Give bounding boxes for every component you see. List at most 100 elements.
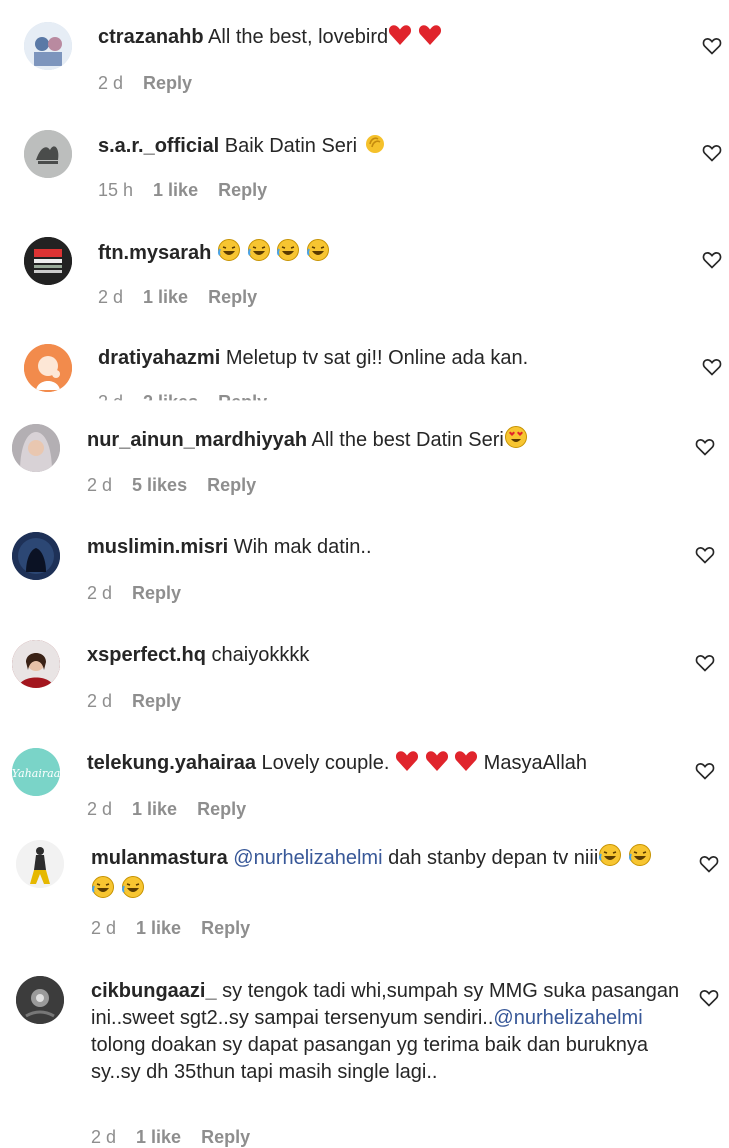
comment-meta: 2 d Reply [87, 583, 201, 604]
reply-button[interactable]: Reply [218, 180, 267, 200]
comment-time: 2 d [98, 73, 124, 93]
comment-meta: 2 d 1 like Reply [87, 799, 266, 820]
comment-body: Baik Datin Seri [224, 135, 358, 157]
comment-username[interactable]: dratiyahazmi [98, 347, 220, 369]
comment-time: 15 h [98, 180, 134, 200]
comment-body: Meletup tv sat gi!! Online ada kan. [225, 347, 529, 369]
comment-meta: 15 h 1 like Reply [98, 180, 287, 201]
mention-link[interactable]: @nurhelizahelmi [233, 847, 382, 869]
comment-time: 2 d [87, 799, 113, 819]
comment-meta: 2 d 1 like Reply [91, 918, 270, 939]
like-heart-icon[interactable] [702, 357, 722, 377]
like-heart-icon[interactable] [699, 988, 719, 1008]
comment-meta: 2 d 5 likes Reply [87, 475, 276, 496]
svg-text:Yahairaa: Yahairaa [12, 767, 60, 780]
heart-emoji-icon [425, 750, 449, 780]
clapping-hands-emoji-icon [363, 131, 387, 163]
comment-body: chaiyokkkk [211, 644, 310, 666]
comment-time: 2 d [98, 392, 124, 412]
comment-time: 2 d [87, 583, 113, 603]
avatar[interactable] [12, 532, 60, 580]
likes-count[interactable]: 5 likes [132, 475, 187, 495]
comment-username[interactable]: ftn.mysarah [98, 242, 211, 264]
heart-emoji-icon [418, 24, 442, 54]
mention-link[interactable]: @nurhelizahelmi [493, 1007, 642, 1029]
comment-body: Wih mak datin.. [233, 536, 372, 558]
comment-text: s.a.r._official Baik Datin Seri [98, 131, 387, 163]
avatar[interactable]: Yahairaa [12, 748, 60, 796]
avatar[interactable] [16, 976, 64, 1024]
like-heart-icon[interactable] [695, 761, 715, 781]
likes-count[interactable]: 1 like [153, 180, 198, 200]
comment-body: All the best, lovebird [208, 26, 389, 48]
avatar[interactable] [24, 344, 72, 392]
comment-text: telekung.yahairaa Lovely couple. MasyaAl… [87, 750, 587, 780]
laughing-emoji-icon [247, 238, 271, 270]
comment-username[interactable]: muslimin.misri [87, 536, 228, 558]
comment-text: cikbungaazi_ sy tengok tadi whi,sumpah s… [91, 978, 681, 1086]
like-heart-icon[interactable] [702, 36, 722, 56]
comment-text: nur_ainun_mardhiyyah All the best Datin … [87, 425, 528, 457]
comment-body-suffix: MasyaAllah [483, 752, 588, 774]
heart-emoji-icon [454, 750, 478, 780]
comment-username[interactable]: s.a.r._official [98, 135, 219, 157]
comment-time: 2 d [91, 918, 117, 938]
comment-username[interactable]: ctrazanahb [98, 26, 204, 48]
laughing-emoji-icon [628, 843, 652, 875]
comment-body: dah stanby depan tv niii [388, 847, 599, 869]
laughing-emoji-icon [217, 238, 241, 270]
comment-meta: 2 d Reply [98, 73, 212, 94]
comment-username[interactable]: telekung.yahairaa [87, 752, 256, 774]
laughing-emoji-icon [306, 238, 330, 270]
avatar[interactable] [16, 840, 64, 888]
avatar[interactable] [24, 130, 72, 178]
likes-count[interactable]: 1 like [136, 918, 181, 938]
comment-meta: 2 d Reply [87, 691, 201, 712]
comment-time: 2 d [87, 475, 113, 495]
avatar[interactable] [24, 22, 72, 70]
comment-time: 2 d [87, 691, 113, 711]
reply-button[interactable]: Reply [132, 583, 181, 603]
avatar[interactable] [12, 424, 60, 472]
comment-body-suffix: tolong doakan sy dapat pasangan yg terim… [91, 1034, 649, 1083]
like-heart-icon[interactable] [699, 854, 719, 874]
comment-username[interactable]: xsperfect.hq [87, 644, 206, 666]
likes-count[interactable]: 1 like [136, 1127, 181, 1147]
likes-count[interactable]: 2 likes [143, 392, 198, 400]
comment-meta: 2 d 1 like Reply [98, 287, 277, 308]
comment-time: 2 d [91, 1127, 117, 1147]
reply-button[interactable]: Reply [132, 691, 181, 711]
comment-text: xsperfect.hq chaiyokkkk [87, 642, 309, 669]
laughing-emoji-icon [91, 875, 115, 907]
likes-count[interactable]: 1 like [143, 287, 188, 307]
comment-text: ftn.mysarah [98, 238, 330, 270]
reply-button[interactable]: Reply [143, 73, 192, 93]
comment-text: ctrazanahb All the best, lovebird [98, 24, 442, 54]
comment-text: dratiyahazmi Meletup tv sat gi!! Online … [98, 345, 528, 372]
comment-username[interactable]: nur_ainun_mardhiyyah [87, 429, 307, 451]
reply-button[interactable]: Reply [197, 799, 246, 819]
reply-button[interactable]: Reply [201, 1127, 250, 1147]
avatar[interactable] [12, 640, 60, 688]
reply-button[interactable]: Reply [201, 918, 250, 938]
avatar[interactable] [24, 237, 72, 285]
laughing-emoji-icon [121, 875, 145, 907]
comment-username[interactable]: mulanmastura [91, 847, 228, 869]
like-heart-icon[interactable] [702, 250, 722, 270]
comment-time: 2 d [98, 287, 124, 307]
laughing-emoji-icon [276, 238, 300, 270]
heart-eyes-emoji-icon [504, 425, 528, 457]
comment-body: Lovely couple. [261, 752, 390, 774]
laughing-emoji-icon [598, 843, 622, 875]
like-heart-icon[interactable] [702, 143, 722, 163]
comment-username[interactable]: cikbungaazi_ [91, 980, 217, 1002]
reply-button[interactable]: Reply [218, 392, 267, 400]
heart-emoji-icon [395, 750, 419, 780]
likes-count[interactable]: 1 like [132, 799, 177, 819]
like-heart-icon[interactable] [695, 653, 715, 673]
reply-button[interactable]: Reply [208, 287, 257, 307]
reply-button[interactable]: Reply [207, 475, 256, 495]
like-heart-icon[interactable] [695, 545, 715, 565]
like-heart-icon[interactable] [695, 437, 715, 457]
comment-text: mulanmastura @nurhelizahelmi dah stanby … [91, 843, 681, 907]
